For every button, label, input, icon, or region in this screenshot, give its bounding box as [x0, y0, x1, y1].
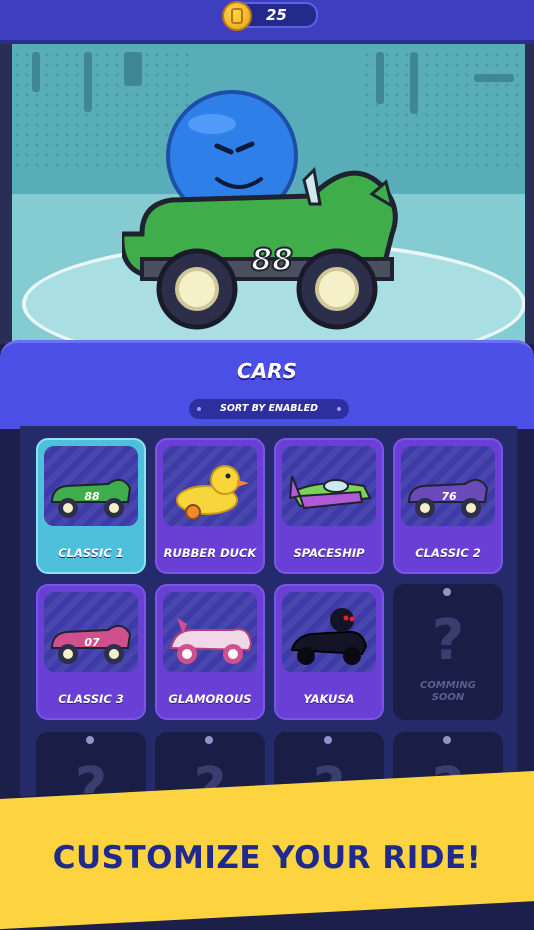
car-label: CLASSIC 3 — [58, 692, 124, 706]
rubber-duck-icon — [176, 465, 249, 520]
car-thumbnail — [282, 446, 376, 526]
game-screen: 25 88 CARS SORT BY ENABLED 88 CLASSIC 1 … — [0, 0, 534, 930]
pliers-icon — [124, 52, 142, 86]
garage-scene: 88 — [12, 44, 525, 344]
locked-car-slot: ? — [36, 732, 146, 796]
car-label: RUBBER DUCK — [163, 546, 257, 560]
car-thumbnail: 88 — [44, 446, 138, 526]
slot-pin — [443, 588, 451, 596]
classic-car-icon: 07 — [50, 624, 132, 664]
promo-banner-text: CUSTOMIZE YOUR RIDE! — [52, 840, 482, 876]
car-card-classic-2[interactable]: 76 CLASSIC 2 — [393, 438, 503, 574]
question-mark-icon: ? — [431, 608, 465, 673]
car-number: 76 — [441, 490, 457, 503]
slot-pin — [86, 736, 94, 744]
car-thumbnail: 07 — [44, 592, 138, 672]
car-label: GLAMOROUS — [168, 692, 252, 706]
front-hubcap — [175, 267, 219, 311]
frame-right — [525, 44, 534, 344]
coin-count: 25 — [266, 6, 287, 24]
car-thumbnail — [163, 446, 257, 526]
car-label: CLASSIC 2 — [415, 546, 481, 560]
car-thumbnail — [282, 592, 376, 672]
classic-car-icon: 76 — [407, 478, 489, 518]
car-label: SPACESHIP — [293, 546, 365, 560]
slot-pin — [324, 736, 332, 744]
coming-soon-label: COMMING SOON — [419, 680, 477, 703]
car-number: 07 — [84, 636, 100, 649]
car-card-classic-1[interactable]: 88 CLASSIC 1 — [36, 438, 146, 574]
character-highlight — [188, 114, 236, 134]
car-card-spaceship[interactable]: SPACESHIP — [274, 438, 384, 574]
cars-grid: 88 CLASSIC 1 RUBBER DUCK SPACESHIP 76 CL… — [20, 426, 517, 796]
rear-hubcap — [315, 267, 359, 311]
shelf-icon — [474, 74, 514, 82]
locked-car-slot: ? COMMING SOON — [393, 584, 503, 720]
classic-car-icon: 88 — [50, 478, 132, 518]
sort-button[interactable]: SORT BY ENABLED — [189, 399, 349, 419]
screwdriver-icon — [84, 52, 92, 112]
cars-panel-title: CARS — [237, 359, 297, 383]
car-label: CLASSIC 1 — [58, 546, 124, 560]
glamorous-car-icon — [169, 618, 253, 664]
coin-counter[interactable]: 25 — [222, 1, 318, 31]
car-label: YAKUSA — [303, 692, 355, 706]
car-number: 88 — [84, 490, 100, 503]
wrench-icon — [32, 52, 40, 92]
car-card-rubber-duck[interactable]: RUBBER DUCK — [155, 438, 265, 574]
question-mark-icon: ? — [74, 756, 108, 796]
slot-pin — [205, 736, 213, 744]
coin-icon — [222, 1, 252, 31]
car-number: 88 — [251, 243, 293, 278]
car-card-glamorous[interactable]: GLAMOROUS — [155, 584, 265, 720]
car-card-classic-3[interactable]: 07 CLASSIC 3 — [36, 584, 146, 720]
car-card-yakusa[interactable]: YAKUSA — [274, 584, 384, 720]
cars-panel-header: CARS SORT BY ENABLED — [0, 340, 534, 429]
yakusa-car-icon — [290, 608, 368, 665]
frame-left — [0, 44, 12, 344]
player-car[interactable]: 88 — [122, 84, 422, 344]
top-bar: 25 — [0, 0, 534, 44]
spaceship-icon — [288, 475, 372, 510]
slot-pin — [443, 736, 451, 744]
car-thumbnail — [163, 592, 257, 672]
car-thumbnail: 76 — [401, 446, 495, 526]
